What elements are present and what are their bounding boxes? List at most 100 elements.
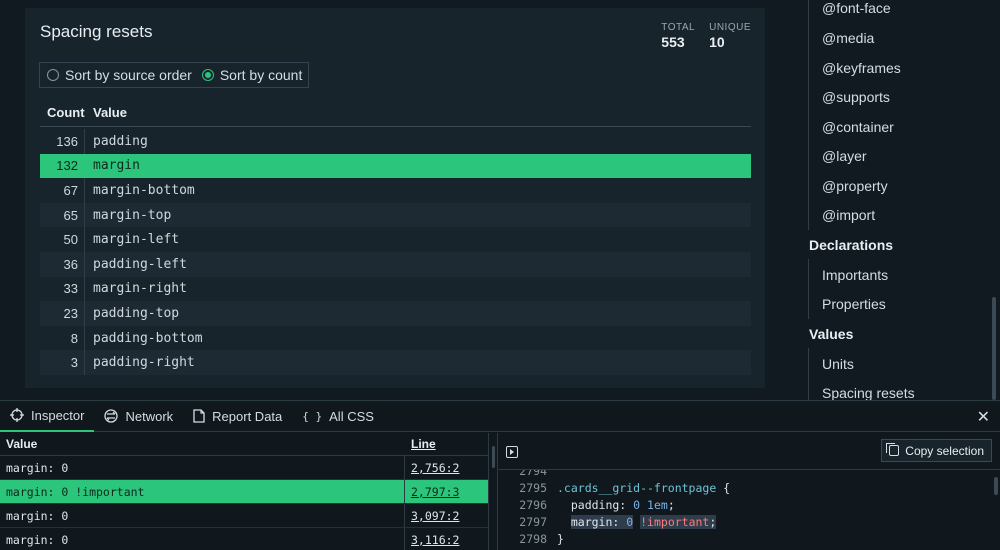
sidebar-group-values[interactable]: Values [809, 326, 853, 342]
inspector-row-line-link[interactable]: 2,756:2 [404, 456, 459, 479]
sidebar-item-font-face[interactable]: @font-face [822, 0, 891, 16]
table-row[interactable]: 3 padding-right [40, 350, 751, 375]
code-line: 2797 margin: 0 !important; [499, 513, 717, 530]
main-panel: Spacing resets TOTAL 553 UNIQUE 10 Sort … [0, 0, 800, 400]
tab-all-css-label: All CSS [329, 408, 374, 424]
row-count: 132 [40, 153, 85, 179]
spacing-resets-card: Spacing resets TOTAL 553 UNIQUE 10 Sort … [25, 8, 765, 388]
panel-splitter[interactable] [488, 433, 498, 550]
inspector-scrollbar[interactable] [492, 446, 495, 468]
sidebar-item-spacing-resets[interactable]: Spacing resets [822, 385, 915, 401]
sidebar-item-import[interactable]: @import [822, 207, 875, 223]
table-row[interactable]: 67 margin-bottom [40, 178, 751, 203]
table-row[interactable]: 23 padding-top [40, 301, 751, 326]
sidebar-nav: @font-face @media @keyframes @supports @… [800, 0, 1000, 401]
sort-source-radio[interactable] [47, 69, 59, 81]
stat-total-label: TOTAL [661, 22, 696, 33]
close-icon[interactable]: ✕ [977, 407, 990, 427]
inspector-row[interactable]: margin: 0 3,116:2 [0, 528, 488, 550]
stat-total-value: 553 [661, 34, 685, 50]
tab-inspector[interactable]: Inspector [0, 401, 95, 432]
copy-icon [886, 443, 900, 456]
sidebar-item-container[interactable]: @container [822, 119, 894, 135]
inspector-row-value: margin: 0 !important [6, 484, 145, 499]
panel-toggle-icon[interactable] [506, 446, 518, 458]
table-row[interactable]: 33 margin-right [40, 276, 751, 302]
sidebar-item-properties[interactable]: Properties [822, 296, 886, 312]
stat-unique-label: UNIQUE [709, 22, 751, 33]
copy-selection-button[interactable]: Copy selection [881, 439, 992, 462]
sidebar-item-supports[interactable]: @supports [822, 89, 890, 105]
row-value: padding [93, 133, 148, 149]
inspector-row-line-link[interactable]: 3,116:2 [404, 528, 459, 550]
braces-icon: { } [302, 409, 323, 423]
inspector-row-line-link[interactable]: 2,797:3 [404, 480, 459, 503]
row-count: 67 [40, 178, 85, 203]
inspector-row[interactable]: margin: 0 2,756:2 [0, 456, 488, 480]
devtools-panel: Inspector Network Report Data { } All CS… [0, 400, 1000, 550]
row-count: 23 [40, 301, 85, 326]
table-body: 136 padding 132 margin 67 margin-bottom 65 marg… [40, 129, 751, 375]
line-number: 2798 [519, 531, 547, 546]
line-number: 2796 [519, 497, 547, 512]
table-header: Count Value [40, 105, 751, 127]
row-value: margin-left [93, 232, 180, 248]
row-value: margin [93, 158, 140, 174]
column-header-value[interactable]: Value [93, 105, 127, 120]
code-line: 2796 padding: 0 1em; [499, 496, 674, 513]
stat-total: TOTAL 553 [661, 22, 695, 50]
sort-count-option[interactable]: Sort by count [201, 67, 302, 83]
table-row[interactable]: 136 padding [40, 129, 751, 154]
line-number: 2794 [519, 470, 547, 478]
code-text: margin: 0 !important; [570, 514, 717, 529]
sort-options: Sort by source order Sort by count [39, 62, 310, 88]
row-value: margin-bottom [93, 182, 195, 198]
code-text: .cards__grid--frontpage { [557, 480, 731, 495]
code-line: 2794 [499, 470, 547, 479]
table-row[interactable]: 50 margin-left [40, 227, 751, 252]
table-row[interactable]: 8 padding-bottom [40, 325, 751, 351]
inspector-row-value: margin: 0 [6, 460, 69, 475]
sidebar-group-declarations[interactable]: Declarations [809, 237, 893, 253]
stats: TOTAL 553 UNIQUE 10 [661, 22, 751, 50]
inspector-row[interactable]: margin: 0 3,097:2 [0, 504, 488, 528]
sidebar-guide-line [808, 348, 809, 400]
row-value: padding-right [93, 355, 195, 371]
sort-source-label: Sort by source order [65, 67, 192, 83]
document-icon [193, 409, 205, 423]
row-value: padding-top [93, 305, 180, 321]
table-row[interactable]: 65 margin-top [40, 202, 751, 228]
card-title: Spacing resets [40, 22, 153, 41]
tab-report-data[interactable]: Report Data [183, 401, 292, 432]
inspector-row-line-link[interactable]: 3,097:2 [404, 504, 459, 527]
devtools-tabs: Inspector Network Report Data { } All CS… [0, 401, 1000, 432]
column-header-count[interactable]: Count [47, 105, 85, 120]
sidebar-scrollbar[interactable] [992, 297, 996, 400]
sort-count-radio[interactable] [201, 69, 214, 81]
table-row[interactable]: 36 padding-left [40, 251, 751, 277]
stat-unique-value: 10 [709, 34, 725, 50]
sidebar-item-media[interactable]: @media [822, 30, 874, 46]
sidebar-item-property[interactable]: @property [822, 178, 888, 194]
tab-all-css[interactable]: { } All CSS [292, 401, 384, 432]
code-text: } [557, 531, 564, 546]
inspector-row-value: margin: 0 [6, 532, 69, 547]
sidebar-item-layer[interactable]: @layer [822, 148, 867, 164]
tab-network[interactable]: Network [94, 401, 183, 432]
sidebar-item-keyframes[interactable]: @keyframes [822, 60, 901, 76]
network-icon [104, 409, 119, 423]
sort-source-order-option[interactable]: Sort by source order [47, 67, 192, 83]
table-row[interactable]: 132 margin [40, 153, 751, 179]
column-header-line[interactable]: Line [411, 437, 436, 451]
row-value: padding-left [93, 256, 187, 272]
row-count: 36 [40, 251, 85, 277]
sidebar-item-importants[interactable]: Importants [822, 267, 888, 283]
line-number: 2797 [519, 514, 547, 529]
column-header-value: Value [6, 437, 38, 451]
row-value: padding-bottom [93, 330, 203, 346]
sidebar-item-units[interactable]: Units [822, 356, 854, 372]
code-viewer: Copy selection 2794 2795 .cards__grid--fro… [499, 433, 1000, 550]
inspector-table: Value Line margin: 0 2,756:2 margin: 0 !im… [0, 433, 488, 550]
inspector-row[interactable]: margin: 0 !important 2,797:3 [0, 480, 488, 504]
code-scrollbar[interactable] [994, 477, 998, 495]
